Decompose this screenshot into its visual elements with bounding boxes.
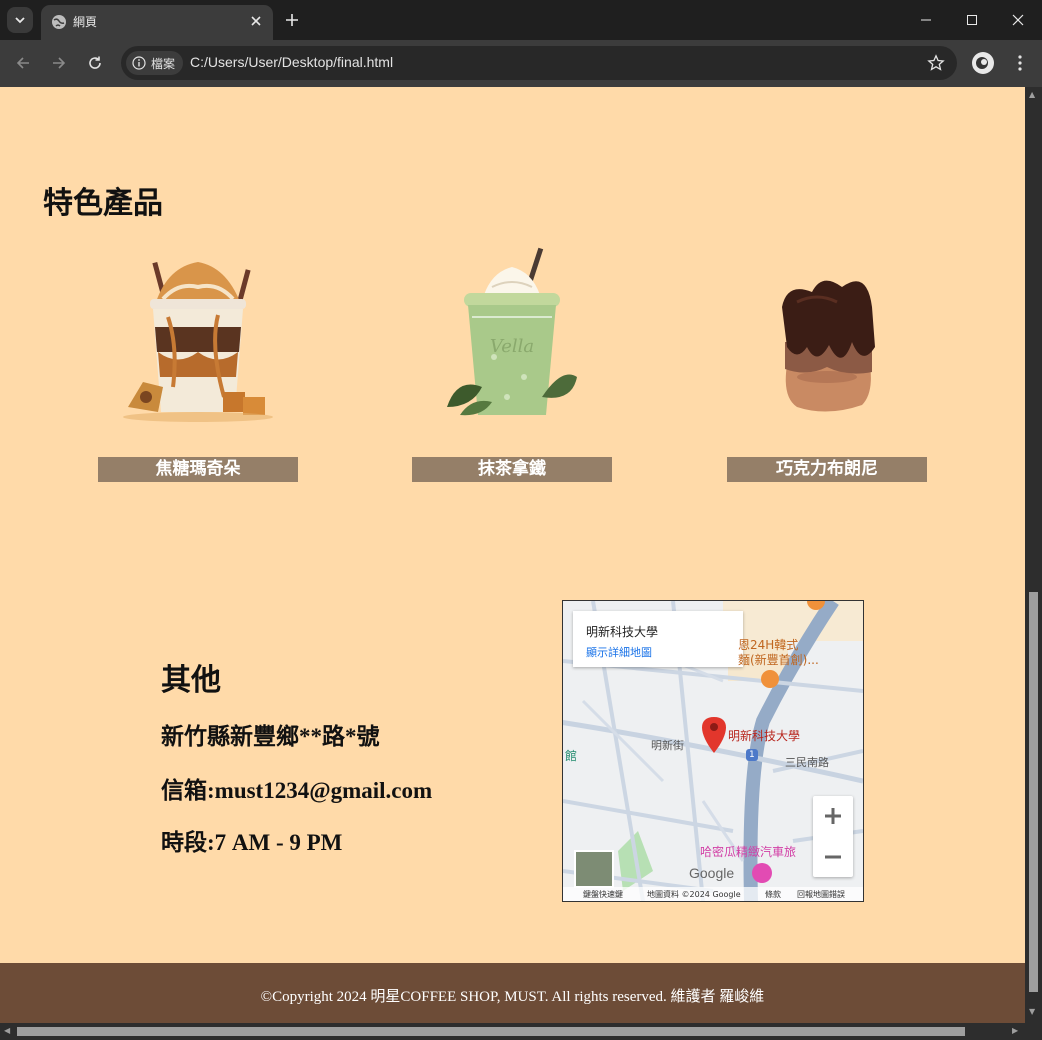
minus-icon bbox=[825, 855, 841, 859]
map-street-label: 三民南路 bbox=[785, 756, 829, 769]
vertical-scroll-thumb[interactable] bbox=[1029, 592, 1038, 992]
featured-products-title: 特色產品 bbox=[43, 186, 163, 221]
maximize-icon bbox=[967, 15, 977, 25]
map-zoom-out-button[interactable] bbox=[813, 837, 853, 877]
copyright-text: ©Copyright 2024 明星COFFEE SHOP, MUST. All… bbox=[260, 989, 765, 1005]
map-poi-label: 館 bbox=[565, 749, 578, 763]
url-text[interactable]: C:/Users/User/Desktop/final.html bbox=[190, 54, 393, 70]
map-road-number: 1 bbox=[749, 750, 755, 760]
window-close-button[interactable] bbox=[995, 0, 1041, 40]
map-report-error-link[interactable]: 回報地圖錯誤 bbox=[797, 889, 845, 900]
product-label: 抹茶拿鐵 bbox=[412, 457, 612, 482]
browser-tab[interactable]: 網頁 bbox=[41, 5, 273, 40]
map-view-larger-link[interactable]: 顯示詳細地圖 bbox=[586, 644, 652, 660]
map-zoom-controls bbox=[813, 796, 853, 877]
scroll-right-arrow-icon[interactable]: ▶ bbox=[1012, 1026, 1018, 1035]
maximize-button[interactable] bbox=[949, 0, 995, 40]
bookmark-star-icon[interactable] bbox=[927, 54, 945, 72]
reload-icon bbox=[89, 56, 101, 69]
page-viewport: 特色產品 焦糖瑪奇朵 Vella 抹茶拿鐵 巧克力布朗尼 其他 新竹縣新豐鄉**… bbox=[0, 87, 1025, 1023]
map-place-name: 明新科技大學 bbox=[586, 625, 659, 639]
map-poi-label: 哈密瓜精緻汽車旅 bbox=[700, 845, 797, 859]
minimize-button[interactable] bbox=[903, 0, 949, 40]
matcha-latte-image: Vella bbox=[447, 247, 577, 416]
tab-title: 網頁 bbox=[73, 15, 98, 29]
minimize-icon bbox=[921, 19, 931, 21]
horizontal-scrollbar[interactable]: ◀ ▶ bbox=[0, 1023, 1042, 1040]
more-vertical-icon bbox=[1018, 55, 1022, 71]
site-chip-label: 檔案 bbox=[151, 56, 176, 71]
arrow-right-icon bbox=[53, 57, 66, 69]
product-label: 巧克力布朗尼 bbox=[727, 457, 927, 482]
caramel-macchiato-image bbox=[123, 261, 273, 422]
email-text: 信箱:must1234@gmail.com bbox=[161, 778, 433, 803]
tab-strip: 網頁 bbox=[0, 0, 1042, 40]
embedded-map[interactable]: 明新科技大學 顯示詳細地圖 恩24H韓式 麵(新豐首創)... 明新科技大學 明… bbox=[562, 600, 864, 902]
address-bar[interactable]: 檔案 C:/Users/User/Desktop/final.html bbox=[121, 46, 957, 80]
tab-search-button[interactable] bbox=[7, 7, 33, 33]
browser-menu-button[interactable] bbox=[1010, 52, 1030, 74]
chocolate-brownie-image bbox=[782, 280, 875, 412]
info-icon bbox=[132, 56, 146, 70]
horizontal-scroll-thumb[interactable] bbox=[17, 1027, 965, 1036]
map-street-label: 明新街 bbox=[651, 739, 684, 752]
globe-icon bbox=[52, 15, 66, 29]
map-attribution-bar: 鍵盤快速鍵 地圖資料 ©2024 Google 條款 回報地圖錯誤 bbox=[563, 887, 863, 901]
scroll-left-arrow-icon[interactable]: ◀ bbox=[4, 1026, 10, 1035]
map-place-card: 明新科技大學 顯示詳細地圖 bbox=[573, 611, 743, 667]
profile-avatar[interactable] bbox=[972, 52, 994, 74]
new-tab-icon[interactable] bbox=[283, 11, 301, 29]
arrow-left-icon bbox=[16, 57, 29, 69]
vertical-scrollbar[interactable]: ▲ ▼ bbox=[1025, 87, 1042, 1023]
profile-icon bbox=[973, 53, 993, 73]
scroll-down-arrow-icon[interactable]: ▼ bbox=[1029, 1007, 1035, 1016]
back-button[interactable] bbox=[12, 52, 34, 74]
scroll-up-arrow-icon[interactable]: ▲ bbox=[1029, 90, 1035, 99]
product-label: 焦糖瑪奇朵 bbox=[98, 457, 298, 482]
map-data-attribution: 地圖資料 ©2024 Google bbox=[647, 890, 741, 899]
chevron-down-icon bbox=[15, 17, 25, 24]
map-marker-label: 明新科技大學 bbox=[728, 729, 801, 743]
map-terms-link[interactable]: 條款 bbox=[765, 889, 781, 900]
map-poi-label: 麵(新豐首創)... bbox=[738, 653, 819, 667]
close-icon[interactable] bbox=[248, 13, 264, 29]
hours-text: 時段:7 AM - 9 PM bbox=[161, 830, 343, 855]
plus-icon bbox=[825, 808, 841, 824]
page-footer: ©Copyright 2024 明星COFFEE SHOP, MUST. All… bbox=[0, 963, 1025, 1023]
other-section-title: 其他 bbox=[161, 663, 221, 698]
map-zoom-in-button[interactable] bbox=[813, 796, 853, 836]
forward-button[interactable] bbox=[48, 52, 70, 74]
browser-toolbar: 檔案 C:/Users/User/Desktop/final.html bbox=[0, 40, 1042, 87]
address-text: 新竹縣新豐鄉**路*號 bbox=[161, 724, 380, 749]
reload-button[interactable] bbox=[84, 52, 106, 74]
svg-text:Vella: Vella bbox=[490, 336, 534, 357]
close-icon bbox=[1012, 14, 1024, 26]
site-info-button[interactable]: 檔案 bbox=[126, 51, 184, 75]
map-keyboard-shortcuts-link[interactable]: 鍵盤快速鍵 bbox=[583, 889, 623, 900]
google-logo: Google bbox=[689, 865, 735, 881]
